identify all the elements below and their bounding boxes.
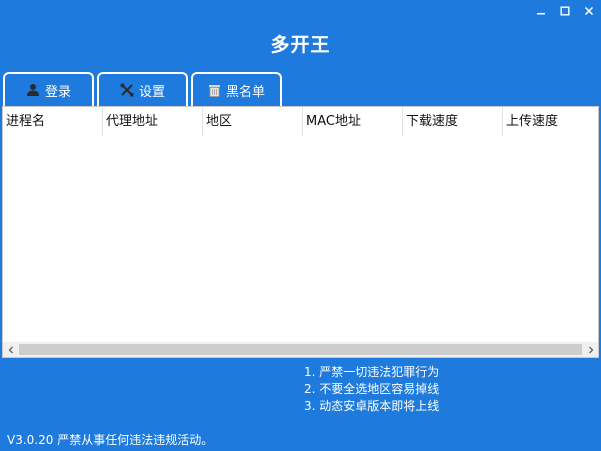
notice-item: 3. 动态安卓版本即将上线	[304, 399, 440, 413]
notice-item: 1. 严禁一切违法犯罪行为	[304, 365, 440, 379]
scroll-left-button[interactable]	[3, 342, 18, 357]
version-footer: V3.0.20 严禁从事任何违法违规活动。	[7, 433, 214, 447]
close-icon	[584, 6, 594, 16]
notice-item: 2. 不要全选地区容易掉线	[304, 382, 440, 396]
app-window: 多开王 登录 设置 黑名单 进程名 代理地址 地区 MAC地址 下载速度 上传速…	[0, 0, 601, 451]
app-title: 多开王	[270, 34, 331, 56]
tab-login[interactable]: 登录	[3, 72, 94, 106]
window-controls	[529, 0, 601, 22]
close-button[interactable]	[577, 0, 601, 22]
table-header: 进程名 代理地址 地区 MAC地址 下载速度 上传速度	[3, 107, 598, 136]
user-icon	[26, 83, 40, 97]
minimize-icon	[537, 13, 545, 15]
column-header-process[interactable]: 进程名	[3, 107, 103, 136]
scroll-thumb[interactable]	[19, 344, 582, 355]
notice-list: 1. 严禁一切违法犯罪行为 2. 不要全选地区容易掉线 3. 动态安卓版本即将上…	[304, 364, 439, 415]
process-table: 进程名 代理地址 地区 MAC地址 下载速度 上传速度	[2, 106, 599, 358]
column-header-mac[interactable]: MAC地址	[303, 107, 403, 136]
chevron-right-icon	[588, 346, 593, 353]
column-header-region[interactable]: 地区	[203, 107, 303, 136]
tab-settings[interactable]: 设置	[97, 72, 188, 106]
horizontal-scrollbar[interactable]	[3, 342, 598, 357]
column-header-proxy[interactable]: 代理地址	[103, 107, 203, 136]
column-header-download[interactable]: 下载速度	[403, 107, 503, 136]
minimize-button[interactable]	[529, 0, 553, 22]
scroll-right-button[interactable]	[583, 342, 598, 357]
chevron-left-icon	[8, 346, 13, 353]
table-body	[3, 136, 598, 342]
column-header-upload[interactable]: 上传速度	[503, 107, 598, 136]
maximize-icon	[560, 6, 570, 16]
tools-icon	[120, 83, 134, 97]
trash-icon	[208, 83, 221, 97]
tab-blacklist[interactable]: 黑名单	[191, 72, 282, 106]
tab-blacklist-label: 黑名单	[225, 84, 265, 100]
tab-login-label: 登录	[44, 84, 71, 100]
maximize-button[interactable]	[553, 0, 577, 22]
tab-settings-label: 设置	[138, 84, 165, 100]
scroll-track[interactable]	[18, 343, 583, 356]
